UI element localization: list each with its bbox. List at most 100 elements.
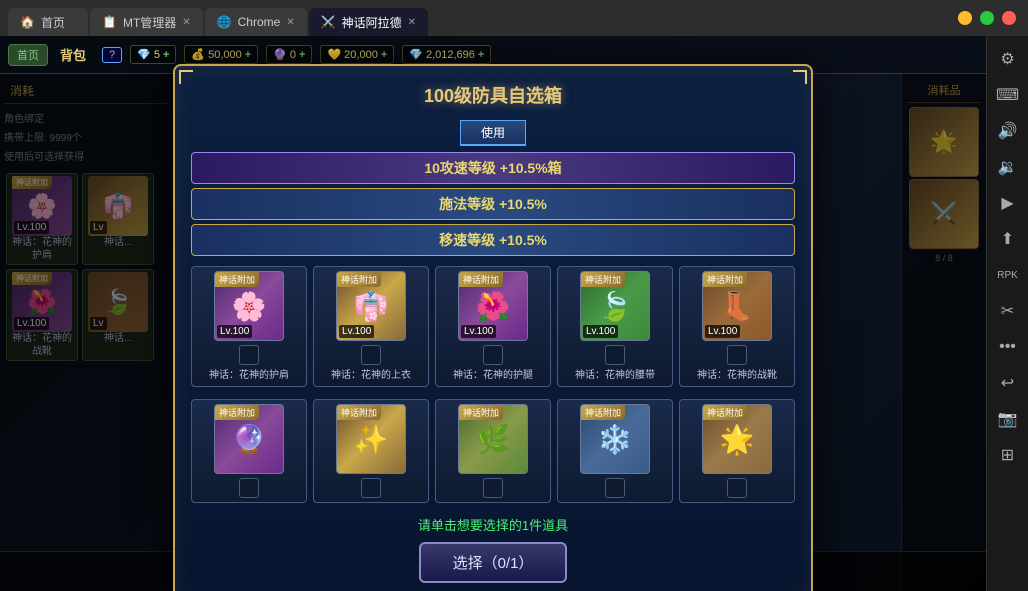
toolbar-keyboard-btn[interactable]: ⌨ bbox=[993, 80, 1023, 110]
toolbar-play-btn[interactable]: ▶ bbox=[993, 188, 1023, 218]
item-10-checkbox[interactable] bbox=[727, 478, 747, 498]
item-8-checkbox[interactable] bbox=[483, 478, 503, 498]
game-area: 首页 背包 ? 💎 5 + 💰 50,000 + 🔮 0 + 💛 20,000 … bbox=[0, 36, 986, 591]
home-button[interactable]: 首页 bbox=[8, 44, 48, 66]
toolbar-back-btn[interactable]: ↩ bbox=[993, 368, 1023, 398]
item-cell-7[interactable]: ✨ 神话附加 bbox=[313, 399, 429, 503]
toolbar-scissors-btn[interactable]: ✂ bbox=[993, 296, 1023, 326]
item-4-img-wrap: 🍃 Lv.100 神话附加 bbox=[580, 271, 650, 341]
item-cell-9[interactable]: ❄️ 神话附加 bbox=[557, 399, 673, 503]
item-7-img: ✨ 神话附加 bbox=[336, 404, 406, 474]
tab-chrome[interactable]: 🌐 Chrome ✕ bbox=[205, 8, 307, 36]
stat-coins: 💛 20,000 + bbox=[320, 45, 394, 64]
window-close-btn[interactable] bbox=[1002, 11, 1016, 25]
coins-plus-btn[interactable]: + bbox=[381, 49, 387, 61]
tab-bar: 🏠 首页 📋 MT管理器 ✕ 🌐 Chrome ✕ ⚔️ 神话阿拉德 ✕ bbox=[0, 0, 958, 36]
item-8-img: 🌿 神话附加 bbox=[458, 404, 528, 474]
item-4-checkbox[interactable] bbox=[605, 345, 625, 365]
home-tab-icon: 🏠 bbox=[20, 15, 35, 29]
item-cell-2[interactable]: 👘 Lv.100 神话附加 神话：花神的上衣 bbox=[313, 266, 429, 387]
toolbar-rpk-btn[interactable]: RPK bbox=[993, 260, 1023, 290]
item-9-checkbox[interactable] bbox=[605, 478, 625, 498]
toolbar-settings-btn[interactable]: ⚙ bbox=[993, 44, 1023, 74]
item-4-badge: 神话附加 bbox=[581, 272, 625, 287]
item-2-level: Lv.100 bbox=[339, 325, 374, 338]
item-cell-3[interactable]: 🌺 Lv.100 神话附加 神话：花神的护腿 bbox=[435, 266, 551, 387]
item-2-img: 👘 Lv.100 神话附加 bbox=[336, 271, 406, 341]
coins-value: 20,000 bbox=[344, 49, 378, 61]
item-cell-6[interactable]: 🔮 神话附加 bbox=[191, 399, 307, 503]
tab-mt[interactable]: 📋 MT管理器 ✕ bbox=[90, 8, 203, 36]
item-cell-8[interactable]: 🌿 神话附加 bbox=[435, 399, 551, 503]
window-maximize-btn[interactable] bbox=[980, 11, 994, 25]
toolbar-grid-btn[interactable]: ⊞ bbox=[993, 440, 1023, 470]
window-minimize-btn[interactable] bbox=[958, 11, 972, 25]
toolbar-camera-btn[interactable]: 📷 bbox=[993, 404, 1023, 434]
section-tabs: 使用 bbox=[191, 120, 795, 146]
filter-cast-speed-text: 施法等级 +10.5% bbox=[204, 194, 782, 214]
item-5-checkbox[interactable] bbox=[727, 345, 747, 365]
game-tab-close[interactable]: ✕ bbox=[408, 17, 416, 28]
home-tab-label: 首页 bbox=[41, 14, 65, 31]
item-cell-1[interactable]: 🌸 Lv.100 神话附加 神话：花神的护肩 bbox=[191, 266, 307, 387]
filter-attack-speed-text: 10攻速等级 +10.5%箱 bbox=[204, 158, 782, 178]
gems-icon: 💎 bbox=[137, 48, 151, 61]
modal-title-bar: 100级防具自选箱 bbox=[191, 82, 795, 108]
filter-rows: 10攻速等级 +10.5%箱 施法等级 +10.5% 移速等级 +10.5% bbox=[191, 152, 795, 256]
chrome-tab-close[interactable]: ✕ bbox=[286, 17, 294, 28]
item-1-level: Lv.100 bbox=[217, 325, 252, 338]
item-2-img-wrap: 👘 Lv.100 神话附加 bbox=[336, 271, 406, 341]
item-1-img: 🌸 Lv.100 神话附加 bbox=[214, 271, 284, 341]
item-cell-5[interactable]: 👢 Lv.100 神话附加 神话：花神的战靴 bbox=[679, 266, 795, 387]
bag-label: 背包 bbox=[60, 45, 86, 64]
item-2-name: 神话：花神的上衣 bbox=[331, 369, 411, 382]
item-3-name: 神话：花神的护腿 bbox=[453, 369, 533, 382]
mt-tab-close[interactable]: ✕ bbox=[182, 17, 190, 28]
item-10-img: 🌟 神话附加 bbox=[702, 404, 772, 474]
tab-home[interactable]: 🏠 首页 bbox=[8, 8, 88, 36]
items-grid-row2: 🔮 神话附加 ✨ 神话附加 bbox=[191, 399, 795, 503]
item-cell-10[interactable]: 🌟 神话附加 bbox=[679, 399, 795, 503]
filter-row-attack-speed[interactable]: 10攻速等级 +10.5%箱 bbox=[191, 152, 795, 184]
gold-plus-btn[interactable]: + bbox=[245, 49, 251, 61]
toolbar-upload-btn[interactable]: ⬆ bbox=[993, 224, 1023, 254]
item-6-checkbox[interactable] bbox=[239, 478, 259, 498]
toolbar-volume-btn[interactable]: 🔊 bbox=[993, 116, 1023, 146]
help-icon[interactable]: ? bbox=[102, 47, 122, 63]
tokens-plus-btn[interactable]: + bbox=[299, 49, 305, 61]
toolbar-more-btn[interactable]: ••• bbox=[993, 332, 1023, 362]
item-9-badge: 神话附加 bbox=[581, 405, 625, 420]
mt-tab-icon: 📋 bbox=[102, 15, 117, 29]
item-1-checkbox[interactable] bbox=[239, 345, 259, 365]
item-3-badge: 神话附加 bbox=[459, 272, 503, 287]
section-tab-use[interactable]: 使用 bbox=[460, 120, 526, 146]
gold-value: 50,000 bbox=[208, 49, 242, 61]
premium-value: 2,012,696 bbox=[426, 49, 475, 61]
modal-overlay: 100级防具自选箱 使用 10攻速等级 +10.5%箱 施法等级 +10.5% … bbox=[0, 74, 986, 591]
toolbar-volume-down-btn[interactable]: 🔉 bbox=[993, 152, 1023, 182]
modal-footer: 请单击想要选择的1件道具 选择（0/1） bbox=[191, 515, 795, 583]
item-2-checkbox[interactable] bbox=[361, 345, 381, 365]
select-button[interactable]: 选择（0/1） bbox=[419, 542, 568, 583]
item-3-checkbox[interactable] bbox=[483, 345, 503, 365]
tab-game[interactable]: ⚔️ 神话阿拉德 ✕ bbox=[309, 8, 428, 36]
item-9-img: ❄️ 神话附加 bbox=[580, 404, 650, 474]
item-10-badge: 神话附加 bbox=[703, 405, 747, 420]
item-cell-4[interactable]: 🍃 Lv.100 神话附加 神话：花神的腰带 bbox=[557, 266, 673, 387]
coins-icon: 💛 bbox=[327, 48, 341, 61]
filter-row-move-speed[interactable]: 移速等级 +10.5% bbox=[191, 224, 795, 256]
premium-icon: 💎 bbox=[409, 48, 423, 61]
item-1-badge: 神话附加 bbox=[215, 272, 259, 287]
item-3-img-wrap: 🌺 Lv.100 神话附加 bbox=[458, 271, 528, 341]
filter-row-cast-speed[interactable]: 施法等级 +10.5% bbox=[191, 188, 795, 220]
item-5-name: 神话：花神的战靴 bbox=[697, 369, 777, 382]
item-10-img-wrap: 🌟 神话附加 bbox=[702, 404, 772, 474]
premium-plus-btn[interactable]: + bbox=[478, 49, 484, 61]
item-1-name: 神话：花神的护肩 bbox=[209, 369, 289, 382]
item-7-checkbox[interactable] bbox=[361, 478, 381, 498]
item-7-img-wrap: ✨ 神话附加 bbox=[336, 404, 406, 474]
item-8-img-wrap: 🌿 神话附加 bbox=[458, 404, 528, 474]
stat-gold: 💰 50,000 + bbox=[184, 45, 258, 64]
gems-plus-btn[interactable]: + bbox=[163, 49, 169, 61]
game-tab-icon: ⚔️ bbox=[321, 15, 336, 29]
